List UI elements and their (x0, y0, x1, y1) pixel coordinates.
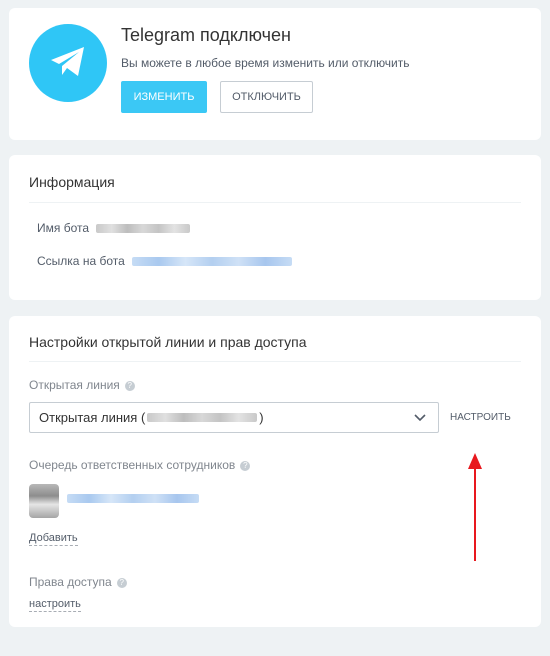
help-icon[interactable]: ? (240, 460, 251, 471)
settings-card: Настройки открытой линии и прав доступа … (9, 316, 541, 627)
queue-label: Очередь ответственных сотрудников (29, 458, 236, 472)
configure-open-line-button[interactable]: настроить (450, 412, 511, 423)
disconnect-button[interactable]: отключить (220, 81, 313, 113)
open-line-name-redacted (147, 413, 258, 422)
open-line-value-prefix: Открытая линия ( (39, 410, 146, 425)
open-line-field-label: Открытая линия? (29, 378, 135, 392)
bot-link-redacted[interactable] (132, 257, 293, 267)
employee-name-redacted[interactable] (67, 494, 199, 503)
info-title: Информация (29, 174, 115, 190)
open-line-value-suffix: ) (259, 410, 264, 425)
telegram-logo (29, 24, 107, 102)
access-label: Права доступа (29, 575, 112, 589)
help-icon[interactable]: ? (116, 577, 127, 588)
access-field-label: Права доступа? (29, 575, 127, 589)
info-card: Информация Имя бота Ссылка на бота (9, 155, 541, 300)
open-line-label: Открытая линия (29, 378, 120, 392)
telegram-status-card: Telegram подключен Вы можете в любое вре… (9, 8, 541, 140)
info-divider (29, 202, 521, 203)
bot-link-row: Ссылка на бота (37, 254, 293, 268)
change-button[interactable]: изменить (121, 81, 207, 113)
bot-name-label: Имя бота (37, 221, 90, 235)
bot-link-label: Ссылка на бота (37, 254, 125, 268)
queue-field-label: Очередь ответственных сотрудников? (29, 458, 251, 472)
chevron-down-icon (414, 414, 426, 422)
telegram-plane-icon (51, 47, 84, 76)
bot-name-redacted (96, 224, 191, 234)
status-subtitle: Вы можете в любое время изменить или отк… (121, 56, 410, 70)
access-configure-link[interactable]: настроить (29, 598, 81, 612)
annotation-arrow-icon (468, 453, 482, 561)
settings-divider (29, 361, 521, 362)
help-icon[interactable]: ? (124, 380, 135, 391)
open-line-select[interactable]: Открытая линия ( ) (29, 402, 439, 433)
status-title: Telegram подключен (121, 25, 291, 45)
avatar (29, 484, 59, 518)
bot-name-row: Имя бота (37, 221, 191, 235)
add-employee-link[interactable]: Добавить (29, 532, 78, 546)
settings-title: Настройки открытой линии и прав доступа (29, 334, 307, 350)
